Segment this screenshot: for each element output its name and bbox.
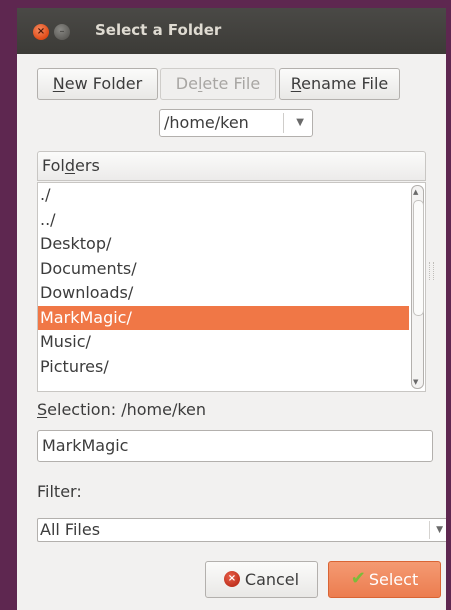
window-title: Select a Folder	[95, 21, 222, 39]
folders-header-mnemonic: d	[64, 156, 76, 175]
path-combo-divider	[283, 113, 284, 133]
path-combo[interactable]: /home/ken ▼	[159, 109, 313, 137]
folder-list-item[interactable]: MarkMagic/	[38, 305, 409, 330]
selection-label-mnemonic: S	[37, 400, 48, 419]
filter-combo-divider	[429, 521, 430, 539]
chevron-down-icon[interactable]: ▼	[296, 110, 304, 136]
title-bar[interactable]: × – Select a Folder	[17, 8, 446, 54]
folder-list-item[interactable]: Desktop/	[38, 232, 409, 257]
folder-list-rows: ./../Desktop/Documents/Downloads/MarkMag…	[38, 183, 425, 379]
folder-list-item[interactable]: ../	[38, 208, 409, 233]
folder-list-item[interactable]: Downloads/	[38, 281, 409, 306]
folders-header-pre: Fol	[42, 156, 65, 175]
selection-entry[interactable]: MarkMagic	[37, 430, 433, 462]
folders-header-label: ers	[75, 156, 100, 175]
cancel-button-label: Cancel	[244, 570, 300, 589]
filter-label: Filter:	[37, 482, 82, 501]
close-icon[interactable]: ×	[33, 24, 49, 40]
folder-list-item[interactable]: Documents/	[38, 257, 409, 282]
delete-file-label-pre: De	[175, 74, 198, 93]
rename-file-button[interactable]: Rename File	[279, 68, 400, 100]
folder-list-item[interactable]: Music/	[38, 330, 409, 355]
new-folder-label: ew Folder	[64, 74, 143, 93]
minimize-icon[interactable]: –	[54, 24, 70, 40]
folder-list-item[interactable]: Pictures/	[38, 355, 409, 380]
scroll-up-icon[interactable]: ▲	[413, 188, 418, 196]
cancel-icon: ×	[223, 570, 240, 587]
selection-label-text: election: /home/ken	[47, 400, 207, 419]
cancel-button[interactable]: × Cancel	[205, 561, 318, 598]
scrollbar-thumb[interactable]	[413, 200, 424, 316]
path-value: /home/ken	[164, 113, 249, 132]
filter-combo[interactable]: All Files ▼	[37, 518, 446, 542]
rename-file-mnemonic: R	[290, 74, 302, 93]
folders-column-header[interactable]: Folders	[37, 151, 426, 181]
folder-chooser-dialog: × – Select a Folder New Folder Delete Fi…	[17, 8, 446, 610]
new-folder-mnemonic: N	[52, 74, 65, 93]
rename-file-label: ename File	[301, 74, 389, 93]
chevron-down-icon[interactable]: ▼	[436, 519, 443, 541]
folder-list[interactable]: ./../Desktop/Documents/Downloads/MarkMag…	[37, 182, 426, 392]
pane-resize-handle[interactable]	[429, 262, 434, 280]
folder-list-scrollbar[interactable]: ▲ ▼	[411, 185, 424, 389]
folder-list-item[interactable]: ./	[38, 183, 409, 208]
scroll-down-icon[interactable]: ▼	[413, 378, 418, 386]
new-folder-button[interactable]: New Folder	[37, 68, 158, 100]
select-button-label: Select	[368, 570, 419, 589]
delete-file-button[interactable]: Delete File	[160, 68, 276, 100]
select-button[interactable]: ✔ Select	[328, 561, 441, 598]
selection-label: Selection: /home/ken	[37, 400, 206, 419]
delete-file-label: ete File	[202, 74, 261, 93]
check-icon: ✔	[350, 568, 366, 589]
filter-value: All Files	[40, 520, 101, 539]
